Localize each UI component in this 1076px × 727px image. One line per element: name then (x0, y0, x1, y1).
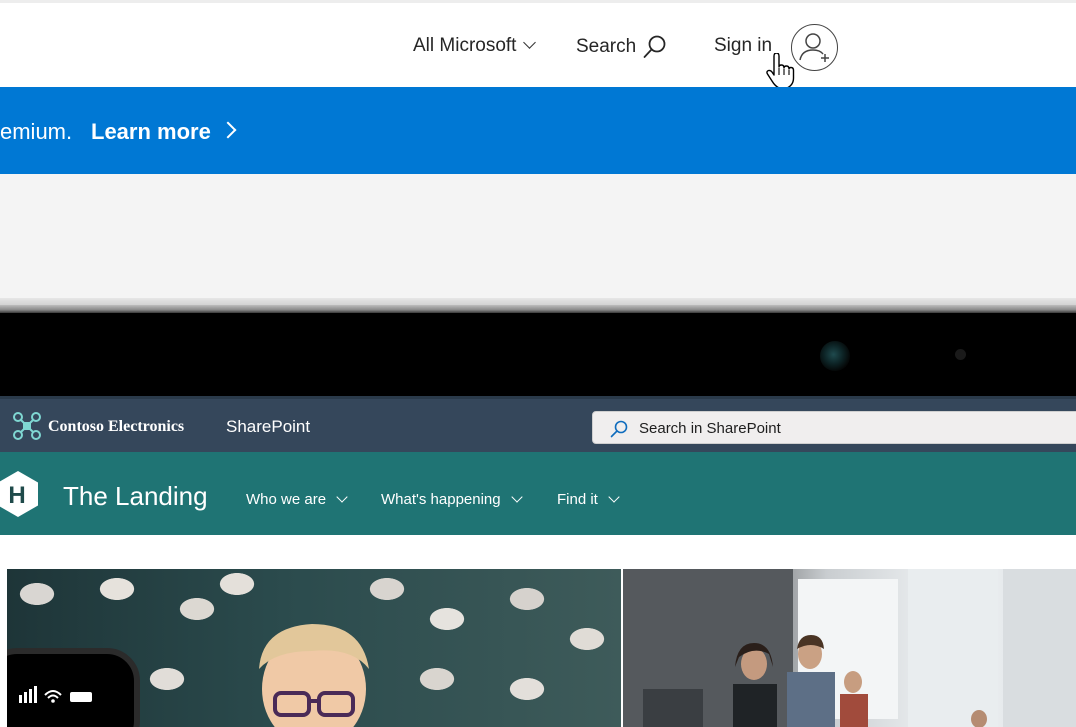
promo-banner: emium. Learn more (0, 87, 1076, 174)
sign-in-link[interactable]: Sign in (714, 33, 772, 59)
nav-label: Find it (557, 491, 598, 508)
search-placeholder: Search in SharePoint (639, 420, 781, 437)
laptop-bezel (0, 313, 1076, 396)
search-link[interactable]: Search (576, 34, 636, 60)
nav-label: Who we are (246, 491, 327, 508)
hero-image-store[interactable] (7, 569, 621, 727)
laptop-lid-edge (0, 305, 1076, 313)
site-title[interactable]: The Landing (63, 481, 208, 512)
account-avatar[interactable] (791, 24, 838, 71)
site-logo[interactable]: H (0, 469, 40, 519)
nav-who-we-are[interactable]: Who we are (246, 491, 348, 508)
nav-find-it[interactable]: Find it (557, 491, 620, 508)
add-user-icon (799, 33, 829, 62)
hero-image-team[interactable] (623, 569, 1076, 727)
site-header: H The Landing Who we are What's happenin… (0, 452, 1076, 535)
chevron-down-icon (523, 36, 537, 49)
webcam (820, 341, 850, 371)
org-name[interactable]: Contoso Electronics (48, 418, 184, 436)
banner-text: emium. (0, 119, 73, 144)
all-microsoft-menu[interactable]: All Microsoft (413, 33, 537, 59)
svg-text:H: H (8, 482, 25, 509)
nav-label: What's happening (381, 491, 501, 508)
chevron-down-icon (608, 491, 620, 503)
app-name[interactable]: SharePoint (226, 417, 310, 437)
page-background (0, 174, 1076, 305)
chevron-down-icon (336, 491, 348, 503)
search-icon[interactable] (642, 34, 668, 60)
hand-pointer-icon (766, 53, 795, 89)
sharepoint-search-box[interactable]: Search in SharePoint (592, 411, 1076, 444)
learn-more-link[interactable]: Learn more (91, 119, 211, 145)
all-microsoft-label: All Microsoft (413, 35, 517, 56)
chevron-down-icon (510, 491, 523, 503)
sharepoint-suite-bar: Contoso Electronics SharePoint Search in… (0, 396, 1076, 452)
search-icon (610, 420, 628, 438)
camera-sensor (955, 349, 966, 360)
hero-team-illustration (623, 569, 1076, 727)
hero-store-illustration (7, 624, 369, 727)
drone-logo-icon[interactable] (13, 412, 41, 440)
microsoft-header: All Microsoft Search Sign in (0, 0, 1076, 89)
nav-whats-happening[interactable]: What's happening (381, 491, 523, 508)
